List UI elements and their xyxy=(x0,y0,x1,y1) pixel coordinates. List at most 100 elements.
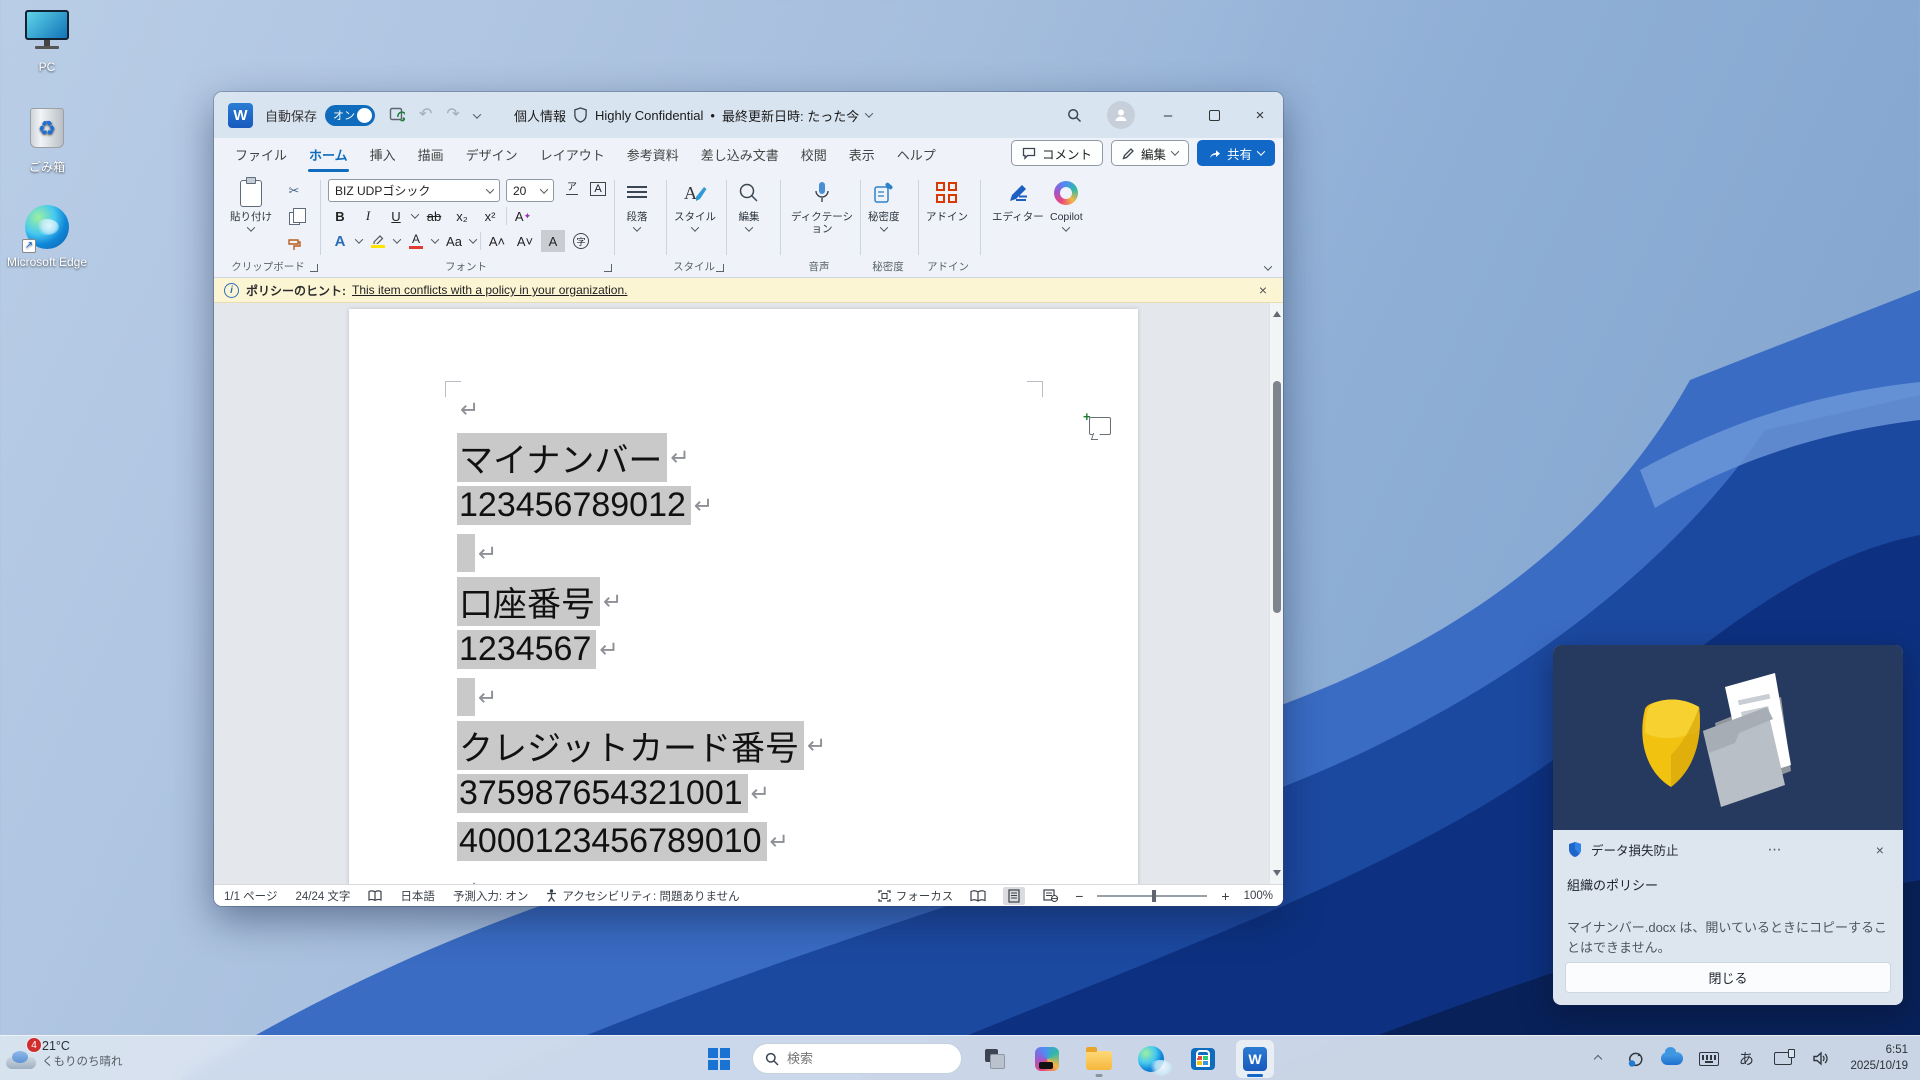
onedrive-icon[interactable] xyxy=(1657,1044,1687,1074)
tab-review[interactable]: 校閲 xyxy=(790,139,838,170)
font-size-combo[interactable]: 20 xyxy=(506,179,554,202)
desktop-icon-edge[interactable]: ↗ Microsoft Edge xyxy=(4,205,90,269)
highlight-color-button[interactable] xyxy=(366,230,390,252)
store-button[interactable] xyxy=(1184,1040,1222,1078)
page-indicator[interactable]: 1/1 ページ xyxy=(224,888,277,904)
addins-button[interactable]: アドイン xyxy=(926,178,968,223)
superscript-button[interactable]: x² xyxy=(478,205,502,227)
proofing-icon[interactable] xyxy=(368,890,382,902)
change-case-button[interactable]: Aa xyxy=(442,230,466,252)
maximize-button[interactable] xyxy=(1191,92,1237,138)
collapse-ribbon-chevron-icon[interactable] xyxy=(1264,262,1272,270)
tab-layout[interactable]: レイアウト xyxy=(529,139,616,170)
grow-font-button[interactable]: A˄ xyxy=(485,230,509,252)
tab-draw[interactable]: 描画 xyxy=(407,139,455,170)
close-button[interactable]: × xyxy=(1237,92,1283,138)
tab-mailings[interactable]: 差し込み文書 xyxy=(690,139,790,170)
copilot-button[interactable]: Copilot xyxy=(1050,178,1083,232)
weather-widget[interactable]: 4 21°C くもりのち晴れ xyxy=(6,1039,123,1069)
tab-references[interactable]: 参考資料 xyxy=(616,139,690,170)
tab-insert[interactable]: 挿入 xyxy=(359,139,407,170)
scroll-down-arrow[interactable] xyxy=(1273,870,1281,876)
zoom-slider[interactable] xyxy=(1097,895,1207,897)
dlp-more-icon[interactable]: ⋯ xyxy=(1763,841,1787,858)
copy-button[interactable] xyxy=(282,207,306,229)
account-avatar[interactable] xyxy=(1107,101,1135,129)
strikethrough-button[interactable]: ab xyxy=(422,205,446,227)
tab-help[interactable]: ヘルプ xyxy=(886,139,947,170)
editor-button[interactable]: エディター xyxy=(992,178,1044,223)
doc-line[interactable]: 123456789012↵ xyxy=(457,481,826,529)
styles-dialog-launcher[interactable] xyxy=(716,264,724,272)
undo-button[interactable]: ↶ xyxy=(419,107,432,123)
char-count[interactable]: 24/24 文字 xyxy=(295,888,350,904)
format-painter-button[interactable] xyxy=(282,234,306,256)
desktop-icon-pc[interactable]: PC xyxy=(4,10,90,74)
tab-file[interactable]: ファイル xyxy=(224,139,298,170)
font-color-button[interactable]: A xyxy=(404,230,428,252)
touch-keyboard-icon[interactable] xyxy=(1694,1044,1724,1074)
m365-copilot-button[interactable] xyxy=(1028,1040,1066,1078)
print-layout-button[interactable] xyxy=(1003,887,1025,905)
clipboard-dialog-launcher[interactable] xyxy=(310,264,318,272)
zoom-in-button[interactable]: + xyxy=(1221,888,1229,904)
tab-design[interactable]: デザイン xyxy=(455,139,529,170)
quick-access-chevron-icon[interactable] xyxy=(474,107,480,123)
paragraph-button[interactable]: 段落 xyxy=(622,178,652,232)
policy-close-icon[interactable]: × xyxy=(1253,282,1273,298)
read-mode-button[interactable] xyxy=(967,887,989,905)
document-page[interactable]: ↵ マイナンバー↵ 123456789012↵ ↵ 口座番号↵ 1234567↵… xyxy=(349,309,1138,884)
volume-icon[interactable] xyxy=(1805,1044,1835,1074)
styles-button[interactable]: A スタイル xyxy=(674,178,716,232)
vertical-scrollbar[interactable] xyxy=(1269,303,1283,884)
search-input[interactable] xyxy=(787,1051,927,1066)
character-shading-button[interactable]: A xyxy=(541,230,565,252)
font-dialog-launcher[interactable] xyxy=(604,264,612,272)
taskbar-search[interactable] xyxy=(752,1043,962,1074)
desktop-icon-recycle-bin[interactable]: ♻ ごみ箱 xyxy=(4,108,90,175)
text-effects-button[interactable]: A✦ xyxy=(511,205,535,227)
scrollbar-thumb[interactable] xyxy=(1273,381,1281,613)
file-explorer-button[interactable] xyxy=(1080,1040,1118,1078)
start-button[interactable] xyxy=(700,1040,738,1078)
update-sync-icon[interactable] xyxy=(1620,1044,1650,1074)
tray-chevron-up-icon[interactable] xyxy=(1583,1044,1613,1074)
doc-line[interactable]: マイナンバー↵ xyxy=(457,433,826,481)
word-taskbar-button[interactable]: W xyxy=(1236,1040,1274,1078)
network-icon[interactable] xyxy=(1768,1044,1798,1074)
save-icon[interactable] xyxy=(389,107,405,123)
scroll-up-arrow[interactable] xyxy=(1273,311,1281,317)
dictation-button[interactable]: ディクテーション xyxy=(790,178,854,235)
doc-line[interactable]: 口座番号↵ xyxy=(457,577,826,625)
dlp-close-button[interactable]: 閉じる xyxy=(1565,962,1891,993)
share-button[interactable]: 共有 xyxy=(1197,140,1275,166)
find-editing-button[interactable]: 編集 xyxy=(734,178,764,232)
doc-line[interactable]: ↵ xyxy=(457,529,826,577)
doc-line[interactable]: クレジットカード番号↵ xyxy=(457,721,826,769)
focus-mode-button[interactable]: フォーカス xyxy=(878,888,954,904)
subscript-button[interactable]: x₂ xyxy=(450,205,474,227)
accessibility-status[interactable]: アクセシビリティ: 問題ありません xyxy=(546,888,739,904)
search-icon[interactable] xyxy=(1051,92,1097,138)
doc-line[interactable]: ↵ xyxy=(457,865,826,884)
doc-line[interactable]: 1234567↵ xyxy=(457,625,826,673)
cut-button[interactable]: ✂ xyxy=(282,180,306,202)
doc-line[interactable]: 4000123456789010↵ xyxy=(457,817,826,865)
text-effects-a-button[interactable]: A xyxy=(328,230,352,252)
minimize-button[interactable]: – xyxy=(1145,92,1191,138)
web-layout-button[interactable] xyxy=(1039,887,1061,905)
editing-mode-button[interactable]: 編集 xyxy=(1111,140,1189,166)
zoom-out-button[interactable]: − xyxy=(1075,888,1083,904)
doc-line[interactable]: 375987654321001↵ xyxy=(457,769,826,817)
document-title-area[interactable]: 個人情報 Highly Confidential • 最終更新日時: たった今 xyxy=(514,92,872,138)
policy-tip-link[interactable]: This item conflicts with a policy in you… xyxy=(352,283,627,297)
shrink-font-button[interactable]: A˅ xyxy=(513,230,537,252)
doc-line[interactable]: ↵ xyxy=(457,385,826,433)
dlp-close-icon[interactable]: × xyxy=(1871,842,1889,858)
new-comment-margin-icon[interactable] xyxy=(1089,417,1111,435)
sensitivity-button[interactable]: 秘密度 xyxy=(868,178,900,232)
tab-view[interactable]: 表示 xyxy=(838,139,886,170)
underline-chevron-icon[interactable] xyxy=(411,210,419,218)
comments-button[interactable]: コメント xyxy=(1011,140,1103,166)
enclose-characters-button[interactable]: 字 xyxy=(569,230,593,252)
